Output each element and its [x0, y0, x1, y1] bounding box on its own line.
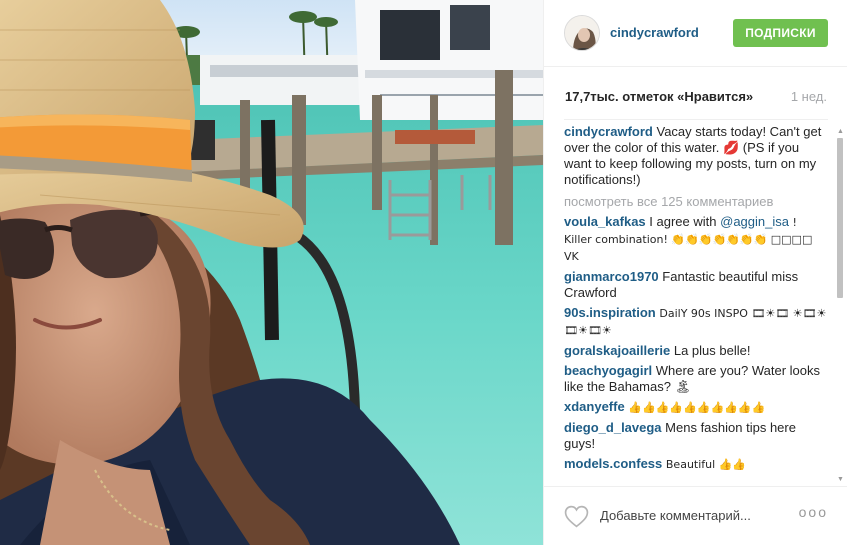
comment-username[interactable]: models.confess [564, 456, 662, 471]
comment-username[interactable]: beachyogagirl [564, 363, 652, 378]
comment-text: Beautiful 👍👍 [665, 458, 747, 471]
scroll-up-arrow-icon[interactable]: ▲ [837, 128, 844, 136]
post-sidebar: cindycrawford ПОДПИСКИ 17,7тыс. отметок … [543, 0, 847, 545]
caption-username[interactable]: cindycrawford [564, 124, 653, 139]
post-photo[interactable] [0, 0, 543, 545]
comment-item: diego_d_lavega Mens fashion tips here gu… [564, 420, 828, 452]
comment-item: gianmarco1970 Fantastic beautiful miss C… [564, 269, 828, 301]
comments-list[interactable]: cindycrawford Vacay starts today! Can't … [564, 119, 828, 486]
scroll-down-arrow-icon[interactable]: ▼ [837, 476, 844, 484]
comments-scrollbar[interactable]: ▲ ▼ [837, 128, 844, 484]
comment-text: I agree with [649, 214, 721, 229]
likes-count[interactable]: 17,7тыс. отметок «Нравится» [565, 89, 753, 104]
caption: cindycrawford Vacay starts today! Can't … [564, 124, 828, 188]
comment-item: goralskajoaillerie La plus belle! [564, 343, 828, 359]
comment-item: beachyogagirl Where are you? Water looks… [564, 363, 828, 395]
heart-icon[interactable] [564, 505, 589, 528]
comment-username[interactable]: gianmarco1970 [564, 269, 659, 284]
comment-username[interactable]: goralskajoaillerie [564, 343, 670, 358]
post-author-username[interactable]: cindycrawford [610, 25, 699, 40]
post-header: cindycrawford ПОДПИСКИ [544, 0, 847, 67]
add-comment-input[interactable]: Добавьте комментарий... [600, 508, 751, 523]
comment-bar: Добавьте комментарий... ooo [544, 486, 847, 545]
comment-username[interactable]: voula_kafkas [564, 214, 646, 229]
comment-item: 90s.inspiration DailY 90s INSPO 🎞☀🎞 ☀🎞☀🎞… [564, 305, 828, 339]
comment-item: voula_kafkas I agree with @aggin_isa ! K… [564, 214, 828, 265]
comment-text: La plus belle! [673, 343, 751, 358]
comment-username[interactable]: xdanyeffe [564, 399, 625, 414]
avatar[interactable] [564, 15, 600, 51]
follow-button[interactable]: ПОДПИСКИ [733, 19, 828, 47]
post-timestamp[interactable]: 1 нед. [791, 89, 827, 104]
view-all-comments-link[interactable]: посмотреть все 125 комментариев [564, 194, 828, 210]
comment-mention-link[interactable]: @aggin_isa [720, 214, 789, 229]
avatar-image [565, 16, 599, 50]
photo-illustration [0, 0, 543, 545]
post-stats: 17,7тыс. отметок «Нравится» 1 нед. [544, 67, 847, 119]
comment-username[interactable]: diego_d_lavega [564, 420, 662, 435]
comment-item: models.confess Beautiful 👍👍 [564, 456, 828, 473]
comment-item: xdanyeffe 👍👍👍👍👍👍👍👍👍👍 [564, 399, 828, 416]
more-options-icon[interactable]: ooo [799, 504, 828, 520]
comment-text: 👍👍👍👍👍👍👍👍👍👍 [628, 401, 766, 414]
scrollbar-thumb[interactable] [837, 138, 843, 298]
comment-username[interactable]: 90s.inspiration [564, 305, 656, 320]
